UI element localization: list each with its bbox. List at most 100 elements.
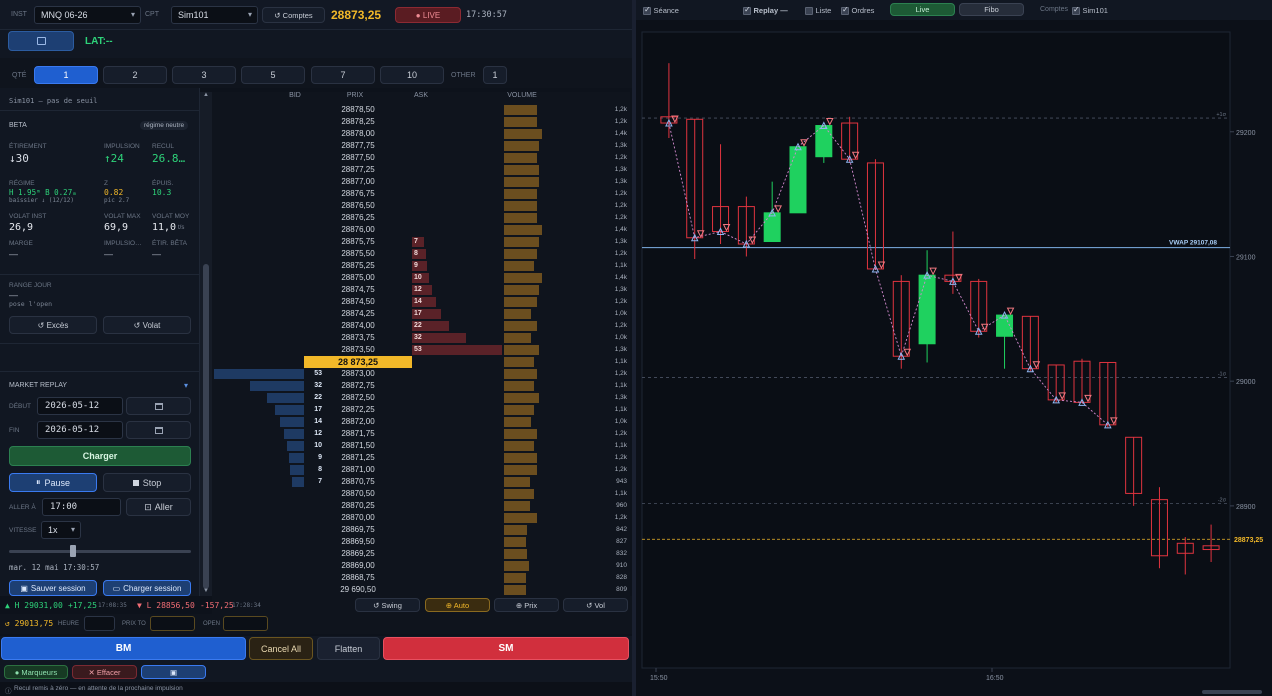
open-input[interactable] bbox=[223, 616, 268, 631]
flatten-button[interactable]: Flatten bbox=[317, 637, 380, 660]
ladder-row[interactable]: 28878,00 1,4k bbox=[212, 128, 630, 140]
scroll-up-icon[interactable]: ▲ bbox=[203, 92, 209, 98]
ladder-row[interactable]: 28874,50 14 1,2k bbox=[212, 296, 630, 308]
chart-scrollbar[interactable] bbox=[1202, 690, 1262, 694]
ladder-row[interactable]: 28869,75 842 bbox=[212, 524, 630, 536]
ladder-row[interactable]: 28875,50 8 1,2k bbox=[212, 248, 630, 260]
pause-button[interactable]: ⏸ Pause bbox=[9, 473, 97, 492]
aller-button[interactable]: ⊡ Aller bbox=[126, 498, 191, 516]
save-session-button[interactable]: ▣ Sauver session bbox=[9, 580, 97, 596]
qty-option-10[interactable]: 10 bbox=[380, 66, 444, 84]
load-session-button[interactable]: ▭ Charger session bbox=[103, 580, 191, 596]
qty-other-input[interactable]: 1 bbox=[483, 66, 507, 84]
instrument-select[interactable]: MNQ 06-26 ▾ bbox=[34, 6, 141, 24]
ladder-row[interactable]: 28877,75 1,3k bbox=[212, 140, 630, 152]
replay-toggle[interactable]: Replay — bbox=[743, 5, 788, 15]
auto-button[interactable]: ⊕ Auto bbox=[425, 598, 490, 612]
calendar-icon bbox=[154, 402, 163, 410]
ladder-row[interactable]: 29 690,50 809 bbox=[212, 584, 630, 596]
qty-option-1[interactable]: 1 bbox=[34, 66, 98, 84]
seance-toggle[interactable]: Séance bbox=[643, 5, 679, 15]
ladder-row[interactable]: 28870,50 1,1k bbox=[212, 488, 630, 500]
ladder-row[interactable]: 28877,00 1,3k bbox=[212, 176, 630, 188]
qty-option-7[interactable]: 7 bbox=[311, 66, 375, 84]
ladder-row[interactable]: 28869,50 827 bbox=[212, 536, 630, 548]
prix-button[interactable]: ⊕ Prix bbox=[494, 598, 559, 612]
ladder-row[interactable]: 28878,50 1,2k bbox=[212, 104, 630, 116]
ladder-row[interactable]: 28876,25 1,2k bbox=[212, 212, 630, 224]
volat-button[interactable]: ↺ Volat bbox=[103, 316, 191, 334]
ladder-row[interactable]: 28873,50 53 1,3k bbox=[212, 344, 630, 356]
ladder-row[interactable]: 28875,25 9 1,1k bbox=[212, 260, 630, 272]
ladder-scrollbar[interactable]: ▲ ▼ bbox=[200, 92, 212, 596]
fin-date-input[interactable]: 2026-05-12 bbox=[37, 421, 123, 439]
ladder-row[interactable]: 28869,25 832 bbox=[212, 548, 630, 560]
fin-calendar-button[interactable] bbox=[126, 421, 191, 439]
prix-to-input[interactable] bbox=[150, 616, 195, 631]
ladder-row[interactable]: 28874,25 17 1,0k bbox=[212, 308, 630, 320]
ladder-row[interactable]: 28877,25 1,3k bbox=[212, 164, 630, 176]
ladder-row[interactable]: 28874,75 12 1,3k bbox=[212, 284, 630, 296]
ladder-row[interactable]: 28871,25 9 1,2k bbox=[212, 452, 630, 464]
candlestick-chart[interactable]: 29200 29100 29000 28900 +1σ -1σ -2σ VWAP 29107,… bbox=[636, 20, 1272, 696]
marqueurs-button[interactable]: ● Marqueurs bbox=[4, 665, 68, 679]
buy-market-button[interactable]: BM bbox=[1, 637, 246, 660]
ladder-row[interactable]: 28 873,25 1,1k bbox=[212, 356, 630, 368]
ladder-row[interactable]: 28872,75 32 1,1k bbox=[212, 380, 630, 392]
liste-toggle[interactable]: Liste bbox=[805, 5, 831, 15]
qty-option-2[interactable]: 2 bbox=[103, 66, 167, 84]
heure-input[interactable] bbox=[84, 616, 115, 631]
aller-time-input[interactable]: 17:00 bbox=[42, 498, 121, 516]
ordres-toggle[interactable]: Ordres bbox=[841, 5, 874, 15]
ladder-row[interactable]: 28870,75 7 943 bbox=[212, 476, 630, 488]
ladder-row[interactable]: 28878,25 1,2k bbox=[212, 116, 630, 128]
swing-button[interactable]: ↺ Swing bbox=[355, 598, 420, 612]
volat-moy-unit: t/s bbox=[178, 225, 185, 231]
ladder-row[interactable]: 28875,00 10 1,4k bbox=[212, 272, 630, 284]
ladder-row[interactable]: 28871,75 12 1,2k bbox=[212, 428, 630, 440]
ladder-row[interactable]: 28872,50 22 1,3k bbox=[212, 392, 630, 404]
sell-market-button[interactable]: SM bbox=[383, 637, 629, 660]
qty-option-3[interactable]: 3 bbox=[172, 66, 236, 84]
scroll-thumb[interactable] bbox=[203, 264, 209, 589]
ladder-row[interactable]: 28872,25 17 1,1k bbox=[212, 404, 630, 416]
comptes-button[interactable]: ↺ Comptes bbox=[262, 7, 325, 23]
screenshot-button[interactable]: ▣ bbox=[141, 665, 206, 679]
speed-slider-thumb[interactable] bbox=[69, 545, 76, 557]
ladder-row[interactable]: 28870,00 1,2k bbox=[212, 512, 630, 524]
live-button[interactable]: ● LIVE bbox=[395, 7, 461, 23]
ladder-row[interactable]: 28868,75 828 bbox=[212, 572, 630, 584]
account-select[interactable]: Sim101 ▾ bbox=[171, 6, 258, 24]
ladder-row[interactable]: 28876,75 1,2k bbox=[212, 188, 630, 200]
qty-option-5[interactable]: 5 bbox=[241, 66, 305, 84]
debut-calendar-button[interactable] bbox=[126, 397, 191, 415]
ladder-row[interactable]: 28872,00 14 1,0k bbox=[212, 416, 630, 428]
vitesse-select[interactable]: 1x ▾ bbox=[41, 521, 81, 539]
ladder-row[interactable]: 28871,50 10 1,1k bbox=[212, 440, 630, 452]
ladder-row[interactable]: 28870,25 960 bbox=[212, 500, 630, 512]
ladder-row[interactable]: 28875,75 7 1,3k bbox=[212, 236, 630, 248]
sim-toggle[interactable]: Sim101 bbox=[1072, 5, 1108, 15]
vol-button[interactable]: ↺ Vol bbox=[563, 598, 628, 612]
cancel-all-button[interactable]: Cancel All bbox=[249, 637, 313, 660]
bid-size: 17 bbox=[314, 406, 322, 413]
stop-button[interactable]: Stop bbox=[103, 473, 191, 492]
collapse-icon[interactable]: ▾ bbox=[184, 381, 188, 390]
ladder-row[interactable]: 28876,50 1,2k bbox=[212, 200, 630, 212]
ladder-row[interactable]: 28871,00 8 1,2k bbox=[212, 464, 630, 476]
charger-button[interactable]: Charger bbox=[9, 446, 191, 466]
fibo-button[interactable]: Fibo bbox=[959, 3, 1024, 16]
exces-button[interactable]: ↺ Excès bbox=[9, 316, 97, 334]
ladder-row[interactable]: 28873,00 53 1,2k bbox=[212, 368, 630, 380]
calculator-button[interactable] bbox=[8, 31, 74, 51]
ladder-row[interactable]: 28873,75 32 1,0k bbox=[212, 332, 630, 344]
ladder-row[interactable]: 28876,00 1,4k bbox=[212, 224, 630, 236]
debut-date-input[interactable]: 2026-05-12 bbox=[37, 397, 123, 415]
ladder-row[interactable]: 28869,00 910 bbox=[212, 560, 630, 572]
ladder-row[interactable]: 28877,50 1,2k bbox=[212, 152, 630, 164]
effacer-button[interactable]: ✕ Effacer bbox=[72, 665, 137, 679]
scroll-down-icon[interactable]: ▼ bbox=[203, 588, 209, 594]
live-chart-button[interactable]: Live bbox=[890, 3, 955, 16]
ladder-row[interactable]: 28874,00 22 1,2k bbox=[212, 320, 630, 332]
speed-slider-track[interactable] bbox=[9, 550, 191, 553]
